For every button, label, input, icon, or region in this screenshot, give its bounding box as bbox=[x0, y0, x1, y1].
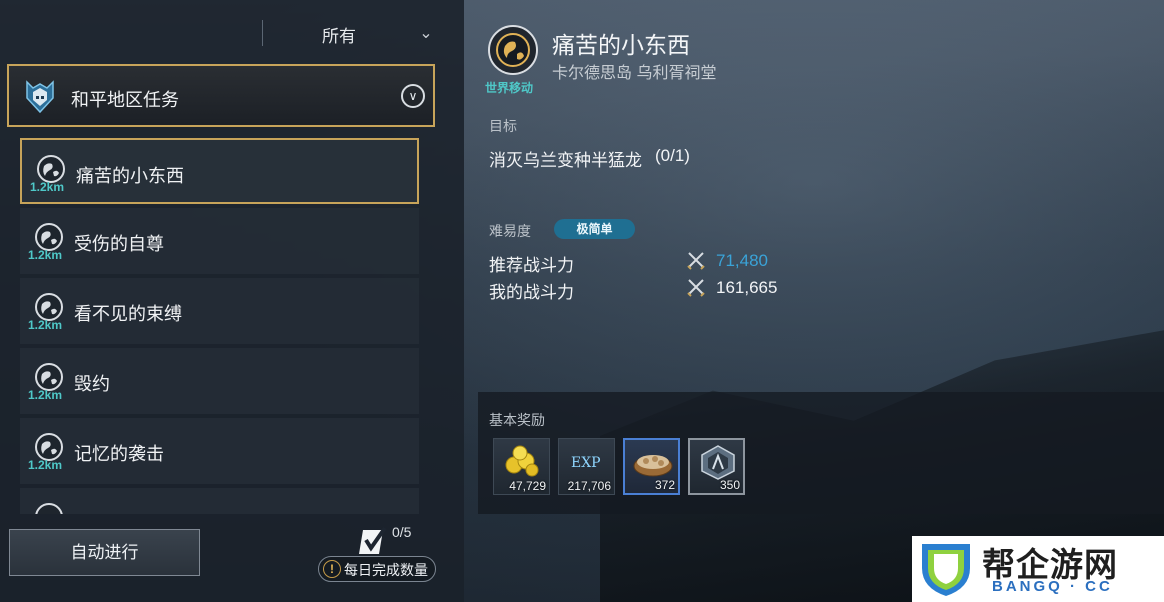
quest-distance: 1.2km bbox=[28, 388, 63, 402]
exp-icon: EXP bbox=[571, 455, 601, 471]
watermark-logo: 帮企游网 BANGQ · CC bbox=[912, 536, 1164, 602]
quest-name: 看不见的束缚 bbox=[74, 304, 182, 324]
helmet-emblem-icon bbox=[26, 80, 54, 114]
difficulty-badge: 极简单 bbox=[554, 219, 635, 239]
filter-divider bbox=[262, 20, 263, 46]
reward-amount: 350 bbox=[719, 478, 740, 492]
category-title: 和平地区任务 bbox=[71, 90, 179, 110]
recommended-power-label: 推荐战斗力 bbox=[489, 256, 574, 275]
filter-selected-label: 所有 bbox=[322, 27, 356, 46]
quest-distance: 1.2km bbox=[30, 180, 65, 194]
quest-title: 痛苦的小东西 bbox=[552, 32, 690, 58]
daily-completion-badge[interactable]: ! 每日完成数量 bbox=[318, 556, 436, 582]
reward-slot-food[interactable]: 372 bbox=[623, 438, 680, 495]
food-bowl-icon bbox=[633, 455, 673, 477]
reward-slot-gold[interactable]: 47,729 bbox=[493, 438, 550, 495]
crossed-swords-icon bbox=[687, 279, 705, 297]
emblem-icon bbox=[701, 445, 735, 480]
reward-amount: 47,729 bbox=[509, 479, 546, 493]
recommended-power-value: 71,480 bbox=[716, 251, 768, 270]
world-globe-icon bbox=[488, 25, 538, 75]
watermark-subtitle: BANGQ · CC bbox=[992, 578, 1113, 595]
objective-progress: (0/1) bbox=[655, 146, 690, 165]
my-power-value: 161,665 bbox=[716, 278, 778, 297]
daily-completion-label: 每日完成数量 bbox=[344, 562, 428, 578]
quest-item[interactable]: 1.2km 看不见的束缚 bbox=[20, 278, 419, 344]
objective-text: 消灭乌兰变种半猛龙 bbox=[489, 151, 642, 170]
reward-slot-exp[interactable]: EXP 217,706 bbox=[558, 438, 615, 495]
quest-distance: 1.2km bbox=[28, 318, 63, 332]
checkmark-flag-icon bbox=[359, 526, 387, 554]
quest-item[interactable]: 1.2km 受伤的自尊 bbox=[20, 208, 419, 274]
world-move-tag: 世界移动 bbox=[485, 81, 534, 95]
quest-item-selected[interactable]: 1.2km 痛苦的小东西 bbox=[20, 138, 419, 204]
quest-name: 痛苦的小东西 bbox=[76, 166, 184, 186]
filter-dropdown[interactable]: 所有 ⌄ bbox=[0, 10, 464, 54]
category-header[interactable]: 和平地区任务 ∨ bbox=[7, 64, 435, 127]
reward-slot-emblem[interactable]: 350 bbox=[688, 438, 745, 495]
gold-coins-icon bbox=[505, 445, 539, 477]
quest-distance: 1.2km bbox=[28, 248, 63, 262]
quest-name: 毁约 bbox=[74, 374, 110, 394]
quest-list[interactable]: 1.2km 痛苦的小东西 1.2km 受伤的自尊 1.2km 看不见的束缚 1.… bbox=[20, 136, 420, 514]
quest-item[interactable]: 1.2km 毁约 bbox=[20, 348, 419, 414]
quest-name: 受伤的自尊 bbox=[74, 234, 164, 254]
daily-completion-count: 0/5 bbox=[392, 524, 412, 540]
quest-location: 卡尔德思岛 乌利胥祠堂 bbox=[552, 65, 717, 82]
quest-name: 记忆的袭击 bbox=[74, 444, 164, 464]
alert-icon: ! bbox=[323, 560, 341, 578]
quest-distance: 1.2km bbox=[28, 458, 63, 472]
reward-amount: 372 bbox=[654, 478, 675, 492]
my-power-label: 我的战斗力 bbox=[489, 283, 574, 302]
chevron-down-icon: ⌄ bbox=[419, 25, 433, 42]
quest-item[interactable]: 1.2km 记忆的袭击 bbox=[20, 418, 419, 484]
difficulty-label: 难易度 bbox=[489, 223, 531, 239]
globe-icon bbox=[35, 503, 63, 514]
reward-label: 基本奖励 bbox=[489, 412, 545, 428]
quest-item-partial[interactable] bbox=[20, 488, 419, 514]
shield-logo-icon bbox=[922, 544, 970, 596]
auto-proceed-button[interactable]: 自动进行 bbox=[9, 529, 200, 576]
collapse-toggle-icon[interactable]: ∨ bbox=[401, 84, 425, 108]
crossed-swords-icon bbox=[687, 252, 705, 270]
objective-label: 目标 bbox=[489, 118, 517, 134]
quest-list-panel: 所有 ⌄ 和平地区任务 ∨ 1.2km 痛苦的小东西 1.2km 受伤的自尊 1… bbox=[0, 0, 464, 602]
reward-panel: 基本奖励 47,729 EXP 217,706 372 350 bbox=[478, 392, 1164, 514]
reward-amount: 217,706 bbox=[567, 479, 611, 493]
